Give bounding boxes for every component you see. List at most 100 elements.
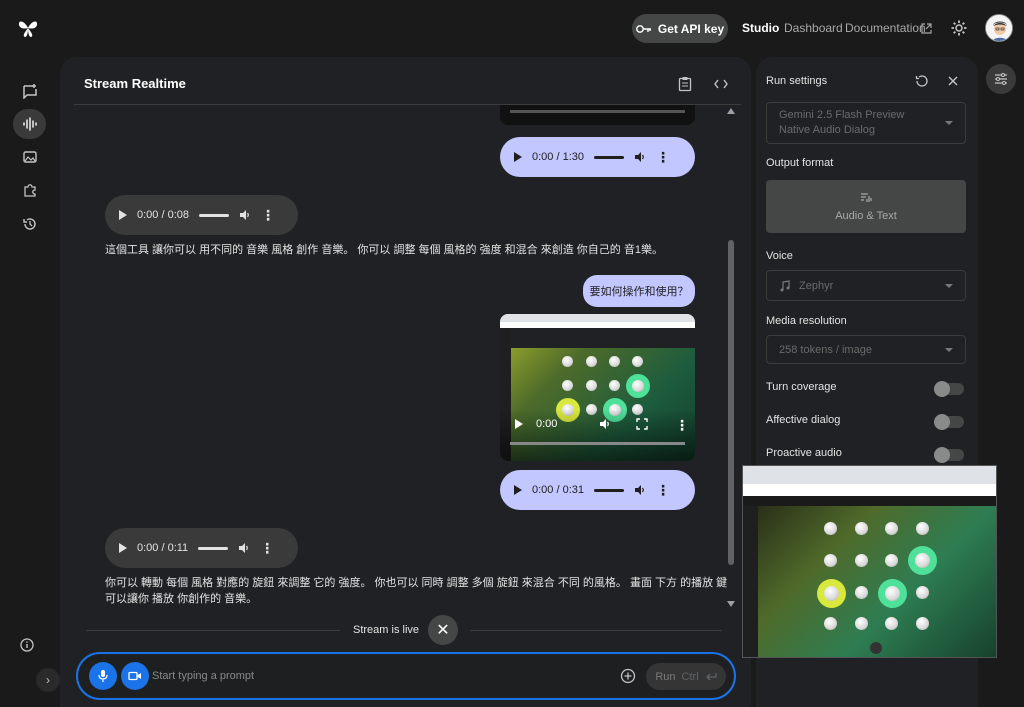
more-options-icon[interactable]: ⋮ [675, 418, 689, 432]
model-message-text: 這個工具 讓你可以 用不同的 音樂 風格 創作 音樂。 你可以 調整 每個 風格… [105, 244, 663, 256]
output-format-option[interactable]: Audio & Text [766, 180, 966, 233]
user-message-bubble: 要如何操作和使用？ [583, 275, 695, 307]
ai-studio-logo[interactable] [16, 16, 40, 40]
run-shortcut: Ctrl [681, 670, 699, 683]
more-options-icon[interactable]: ⋮ [656, 483, 670, 497]
enter-key-icon [705, 672, 717, 680]
play-icon[interactable] [514, 485, 522, 495]
audio-player-user[interactable]: 0:00 / 0:31 ⋮ [500, 470, 695, 510]
toggle-knob [934, 414, 950, 430]
video-player[interactable]: 0:00 ⋮ [500, 314, 695, 461]
divider [470, 630, 722, 631]
voice-select[interactable]: Zephyr [766, 270, 966, 301]
tune-icon [995, 73, 1007, 85]
play-icon[interactable] [515, 419, 523, 429]
model-message-text: 你可以 轉動 每個 風格 對應的 旋鈕 來調整 它的 強度。 你也可以 同時 調… [105, 577, 728, 589]
image-generation-icon[interactable] [19, 146, 41, 168]
preview-address-bar [743, 484, 996, 496]
page-title: Stream Realtime [84, 76, 186, 91]
audio-time: 0:00 / 0:11 [137, 542, 189, 554]
settings-gear-icon[interactable] [950, 19, 968, 37]
preview-browser-tabs [743, 466, 996, 484]
history-icon[interactable] [19, 213, 41, 235]
progress-track[interactable] [594, 488, 624, 492]
nav-documentation[interactable]: Documentation [845, 21, 926, 35]
audio-time: 0:00 / 0:08 [137, 209, 189, 221]
more-options-icon[interactable]: ⋮ [261, 208, 275, 222]
volume-icon[interactable] [634, 484, 646, 496]
audio-text-icon [861, 192, 872, 202]
settings-tune-button[interactable] [986, 64, 1016, 94]
preview-app-canvas [758, 506, 996, 657]
model-select[interactable]: Gemini 2.5 Flash Preview Native Audio Di… [766, 102, 966, 144]
toggle-knob [934, 381, 950, 397]
more-options-icon[interactable]: ⋮ [656, 150, 670, 164]
chevron-down-icon [945, 283, 953, 288]
volume-icon[interactable] [634, 151, 646, 163]
scrollbar-thumb[interactable] [728, 240, 734, 565]
volume-icon[interactable] [239, 209, 251, 221]
model-message-text: 可以讓你 播放 你創作的 音樂。 [105, 593, 258, 605]
voice-select-value: Zephyr [799, 279, 834, 292]
more-options-icon[interactable]: ⋮ [260, 541, 274, 555]
reset-settings-icon[interactable] [915, 74, 929, 91]
voice-label: Voice [766, 250, 793, 262]
key-icon [635, 24, 651, 33]
chevron-down-icon [945, 347, 953, 352]
affective-dialog-label: Affective dialog [766, 414, 841, 426]
model-select-value: Gemini 2.5 Flash Preview Native Audio Di… [779, 109, 905, 136]
media-resolution-label: Media resolution [766, 315, 847, 327]
media-resolution-value: 258 tokens / image [779, 343, 872, 356]
audio-player-model[interactable]: 0:00 / 0:11 ⋮ [105, 528, 298, 568]
run-label: Run [655, 670, 676, 683]
proactive-audio-label: Proactive audio [766, 447, 842, 459]
video-camera-icon [128, 671, 141, 681]
external-link-icon [921, 23, 932, 34]
nav-dashboard[interactable]: Dashboard [784, 21, 843, 35]
expand-sidebar-button[interactable]: › [36, 668, 60, 692]
microphone-icon [98, 670, 108, 682]
output-format-label: Output format [766, 157, 834, 169]
close-settings-icon[interactable] [947, 75, 959, 90]
build-puzzle-icon[interactable] [19, 179, 41, 201]
stream-waveform-icon[interactable] [13, 109, 46, 139]
scroll-down-arrow[interactable] [727, 601, 735, 607]
audio-player-user[interactable]: 0:00 / 1:30 ⋮ [500, 137, 695, 177]
nav-studio[interactable]: Studio [742, 21, 779, 35]
media-resolution-select[interactable]: 258 tokens / image [766, 335, 966, 364]
play-icon[interactable] [514, 152, 522, 162]
scroll-up-arrow[interactable] [727, 108, 735, 114]
volume-icon[interactable] [238, 542, 250, 554]
audio-time: 0:00 / 1:30 [532, 151, 584, 163]
volume-icon[interactable] [599, 418, 611, 430]
screen-share-preview [742, 465, 997, 658]
microphone-button[interactable] [89, 662, 117, 690]
divider [86, 630, 340, 631]
chevron-right-icon: › [46, 673, 50, 687]
play-icon[interactable] [119, 543, 127, 553]
clipboard-icon[interactable] [678, 76, 692, 95]
info-icon[interactable] [20, 638, 34, 655]
stop-stream-button[interactable]: ✕ [428, 615, 458, 645]
progress-track[interactable] [198, 546, 229, 550]
audio-time: 0:00 / 0:31 [532, 484, 584, 496]
turn-coverage-label: Turn coverage [766, 381, 837, 393]
fullscreen-icon[interactable] [636, 418, 648, 430]
add-attachment-icon[interactable] [620, 668, 636, 687]
toggle-knob [934, 447, 950, 463]
prompt-input[interactable]: Start typing a prompt [152, 670, 254, 682]
code-icon[interactable] [714, 78, 728, 93]
new-chat-icon[interactable] [19, 80, 41, 102]
close-icon: ✕ [436, 622, 450, 639]
previous-video [500, 105, 695, 125]
run-button[interactable]: Run Ctrl [646, 663, 726, 690]
progress-track[interactable] [199, 213, 229, 217]
audio-player-model[interactable]: 0:00 / 0:08 ⋮ [105, 195, 298, 235]
get-api-key-button[interactable]: Get API key [632, 14, 728, 43]
run-settings-title: Run settings [766, 75, 828, 87]
play-icon[interactable] [119, 210, 127, 220]
stream-live-status: Stream is live [353, 624, 420, 636]
progress-track[interactable] [594, 155, 624, 159]
user-avatar[interactable] [985, 14, 1013, 42]
camera-button[interactable] [121, 662, 149, 690]
